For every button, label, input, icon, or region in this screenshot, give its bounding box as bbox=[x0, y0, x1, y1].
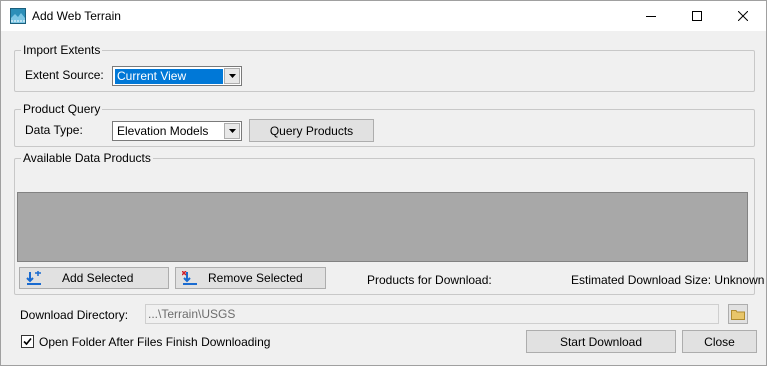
add-selected-button[interactable]: Add Selected bbox=[19, 267, 169, 289]
window-title: Add Web Terrain bbox=[32, 9, 121, 23]
extent-source-select[interactable]: Current View bbox=[112, 66, 242, 86]
data-type-label: Data Type: bbox=[25, 123, 83, 137]
chevron-down-icon[interactable] bbox=[224, 123, 240, 139]
add-selected-label: Add Selected bbox=[62, 271, 134, 285]
maximize-button[interactable] bbox=[674, 1, 720, 31]
close-icon bbox=[738, 11, 748, 21]
start-download-button[interactable]: Start Download bbox=[526, 330, 676, 353]
chevron-down-icon[interactable] bbox=[224, 68, 240, 84]
open-folder-label: Open Folder After Files Finish Downloadi… bbox=[39, 335, 271, 349]
title-bar[interactable]: Add Web Terrain bbox=[1, 1, 766, 31]
open-folder-checkbox[interactable] bbox=[21, 335, 34, 348]
terrain-app-icon bbox=[10, 8, 26, 24]
add-web-terrain-window: Add Web Terrain Import Extents Extent So… bbox=[0, 0, 767, 366]
add-download-icon bbox=[26, 271, 41, 285]
minimize-button[interactable] bbox=[628, 1, 674, 31]
maximize-icon bbox=[692, 11, 702, 21]
remove-download-icon bbox=[182, 271, 197, 285]
import-extents-legend: Import Extents bbox=[21, 43, 103, 57]
folder-icon bbox=[731, 309, 745, 320]
download-directory-field[interactable]: ...\Terrain\USGS bbox=[145, 304, 719, 324]
available-data-products-legend: Available Data Products bbox=[21, 151, 153, 165]
minimize-icon bbox=[646, 16, 656, 17]
close-window-button[interactable] bbox=[720, 1, 766, 31]
estimated-download-size-label: Estimated Download Size: Unknown bbox=[571, 273, 765, 287]
close-button[interactable]: Close bbox=[682, 330, 757, 353]
remove-selected-button[interactable]: Remove Selected bbox=[175, 267, 326, 289]
checkmark-icon bbox=[23, 337, 32, 346]
remove-selected-label: Remove Selected bbox=[208, 271, 303, 285]
data-type-value: Elevation Models bbox=[117, 124, 209, 138]
query-products-button[interactable]: Query Products bbox=[249, 119, 374, 142]
product-query-legend: Product Query bbox=[21, 102, 103, 116]
download-directory-label: Download Directory: bbox=[20, 308, 129, 322]
extent-source-label: Extent Source: bbox=[25, 68, 104, 82]
products-for-download-label: Products for Download: bbox=[367, 273, 492, 287]
browse-folder-button[interactable] bbox=[728, 304, 748, 324]
data-type-select[interactable]: Elevation Models bbox=[112, 121, 242, 141]
available-products-list[interactable] bbox=[17, 192, 748, 262]
extent-source-value: Current View bbox=[115, 69, 223, 84]
